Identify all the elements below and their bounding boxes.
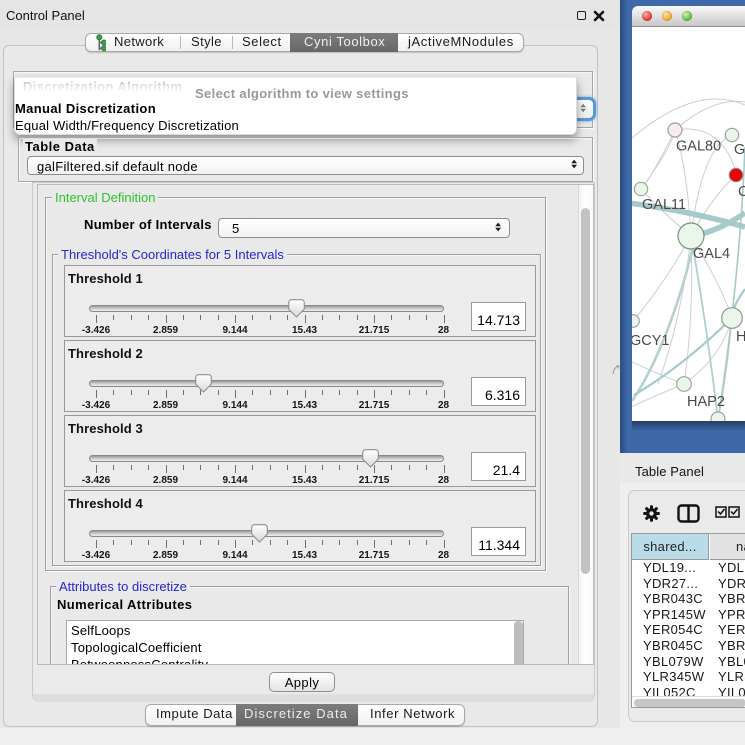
svg-text:C: C	[738, 184, 745, 200]
svg-text:GCY1: GCY1	[632, 333, 670, 349]
svg-text:GAL4: GAL4	[693, 246, 730, 262]
svg-text:H: H	[736, 329, 745, 345]
svg-text:GAL11: GAL11	[642, 197, 686, 213]
svg-text:HAP2: HAP2	[687, 394, 725, 410]
svg-text:GAL80: GAL80	[676, 139, 721, 155]
svg-text:GA: GA	[734, 142, 745, 158]
